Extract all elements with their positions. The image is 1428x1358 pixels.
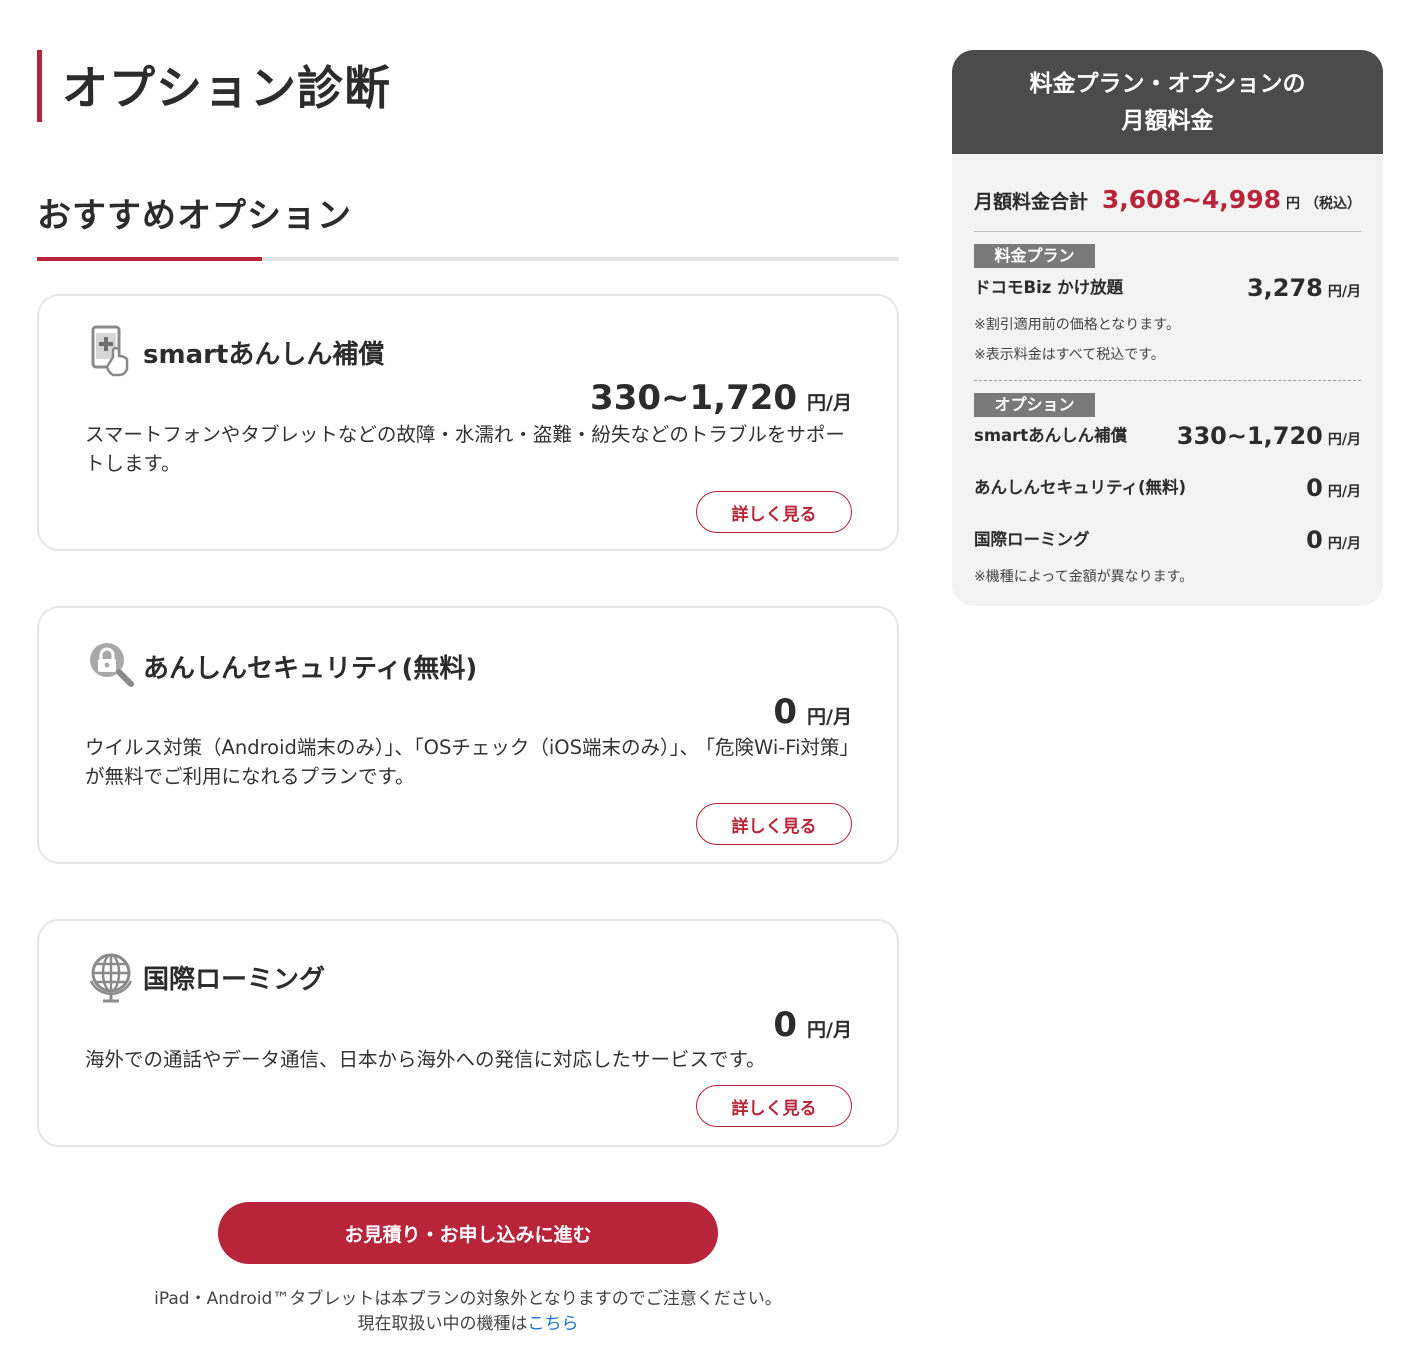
details-button[interactable]: 詳しく見る xyxy=(696,1085,852,1127)
section-divider-accent xyxy=(37,257,262,261)
option-description: 海外での通話やデータ通信、日本から海外への発信に対応したサービスです。 xyxy=(85,1048,766,1071)
footer-note: iPad・Android™タブレットは本プランの対象外となりますのでご注意くださ… xyxy=(154,1289,782,1309)
details-button[interactable]: 詳しく見る xyxy=(696,491,852,533)
plan-note-discount: ※割引適用前の価格となります。 xyxy=(974,317,1180,333)
option-row-price: 0 円/月 xyxy=(1306,526,1361,554)
option-note: ※機種によって金額が異なります。 xyxy=(974,569,1194,585)
option-row-label: 国際ローミング xyxy=(974,530,1090,549)
monthly-total-value: 3,608~4,998 円 （税込） xyxy=(1102,185,1361,214)
option-price-value: 330~1,720 xyxy=(590,378,798,418)
option-row-label: smartあんしん補償 xyxy=(974,426,1128,445)
globe-icon xyxy=(87,951,135,1003)
option-card-anshin-security: あんしんセキュリティ(無料) 0 円/月 ウイルス対策（Android端末のみ）… xyxy=(37,606,899,864)
option-title: 国際ローミング xyxy=(143,965,326,995)
option-price-value: 0 xyxy=(773,1005,798,1045)
option-row-price-unit: 円/月 xyxy=(1327,484,1361,500)
option-price: 0 円/月 xyxy=(773,1005,852,1045)
plan-price: 3,278 円/月 xyxy=(1247,274,1361,302)
option-price-unit: 円/月 xyxy=(807,392,852,414)
option-price: 330~1,720 円/月 xyxy=(590,378,852,418)
price-summary-panel: 料金プラン・オプションの 月額料金 月額料金合計 3,608~4,998 円 （… xyxy=(952,50,1383,606)
footer-note-prefix: 現在取扱い中の機種は xyxy=(357,1314,528,1334)
price-summary-title-line2: 月額料金 xyxy=(1121,108,1214,134)
option-row: smartあんしん補償 330~1,720 円/月 xyxy=(974,420,1361,450)
plan-price-value: 3,278 xyxy=(1246,274,1323,302)
option-price: 0 円/月 xyxy=(773,692,852,732)
plan-note-tax: ※表示料金はすべて税込です。 xyxy=(974,347,1165,363)
price-summary-header: 料金プラン・オプションの 月額料金 xyxy=(952,50,1383,154)
models-link[interactable]: こちら xyxy=(528,1314,579,1334)
monthly-total-amount: 3,608~4,998 xyxy=(1101,185,1281,214)
option-row-label: あんしんセキュリティ(無料) xyxy=(974,478,1187,497)
details-button[interactable]: 詳しく見る xyxy=(696,803,852,845)
estimate-apply-button[interactable]: お見積り・お申し込みに進む xyxy=(218,1202,718,1264)
option-tag: オプション xyxy=(974,393,1095,417)
option-card-roaming: 国際ローミング 0 円/月 海外での通話やデータ通信、日本から海外への発信に対応… xyxy=(37,919,899,1147)
option-title: あんしんセキュリティ(無料) xyxy=(143,654,478,684)
option-price-unit: 円/月 xyxy=(807,706,852,728)
option-row-price-value: 330~1,720 xyxy=(1176,422,1323,450)
sidebar-divider xyxy=(974,380,1361,381)
lock-magnifier-icon xyxy=(87,640,135,688)
price-summary-title-line1: 料金プラン・オプションの xyxy=(1029,71,1306,97)
tablet-plus-icon xyxy=(87,324,135,377)
option-row: あんしんセキュリティ(無料) 0 円/月 xyxy=(974,472,1361,502)
option-row-price-value: 0 xyxy=(1306,474,1323,502)
option-price-unit: 円/月 xyxy=(807,1019,852,1041)
plan-tag: 料金プラン xyxy=(974,244,1095,268)
page-title: オプション診断 xyxy=(37,50,391,122)
option-price-value: 0 xyxy=(773,692,798,732)
plan-row: ドコモBiz かけ放題 3,278 円/月 xyxy=(974,272,1361,302)
option-row: 国際ローミング 0 円/月 xyxy=(974,524,1361,554)
section-title: おすすめオプション xyxy=(37,196,352,236)
option-row-price: 0 円/月 xyxy=(1306,474,1361,502)
option-row-price: 330~1,720 円/月 xyxy=(1177,422,1361,450)
option-row-price-unit: 円/月 xyxy=(1327,536,1361,552)
plan-price-unit: 円/月 xyxy=(1327,284,1361,300)
monthly-total: 月額料金合計 3,608~4,998 円 （税込） xyxy=(974,185,1361,232)
option-card-smart-anshin: smartあんしん補償 330~1,720 円/月 スマートフォンやタブレットな… xyxy=(37,294,899,551)
monthly-total-tax: （税込） xyxy=(1305,196,1361,212)
option-title: smartあんしん補償 xyxy=(143,340,385,370)
section-divider xyxy=(37,257,899,261)
footer-note-models: 現在取扱い中の機種はこちら xyxy=(37,1309,899,1334)
option-description: ウイルス対策（Android端末のみ）｣、｢OSチェック（iOS端末のみ）｣、 … xyxy=(85,736,850,788)
option-description: スマートフォンやタブレットなどの故障・水濡れ・盗難・紛失などのトラブルをサポート… xyxy=(85,423,845,475)
monthly-total-unit: 円 xyxy=(1286,196,1300,212)
monthly-total-label: 月額料金合計 xyxy=(974,191,1089,213)
option-row-price-unit: 円/月 xyxy=(1327,432,1361,448)
option-row-price-value: 0 xyxy=(1306,526,1323,554)
plan-name: ドコモBiz かけ放題 xyxy=(974,278,1124,297)
